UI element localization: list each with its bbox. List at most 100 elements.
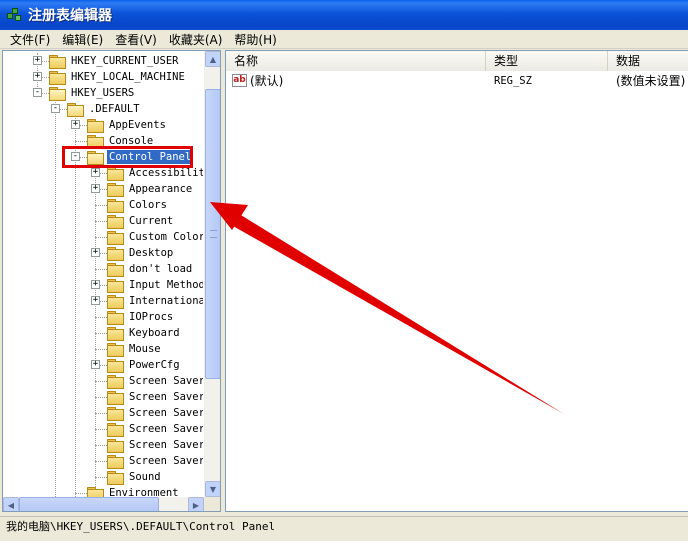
- tree-item-label: Screen Saver.: [129, 407, 203, 419]
- tree-item[interactable]: Input Method: [107, 277, 203, 293]
- tree-item[interactable]: Mouse: [107, 341, 163, 357]
- tree-item[interactable]: Current: [107, 213, 175, 229]
- collapse-minus-icon[interactable]: -: [33, 88, 42, 97]
- column-type[interactable]: 类型: [486, 51, 608, 71]
- highlight-box: [62, 146, 193, 168]
- folder-icon: [49, 71, 66, 85]
- tree-item-label: Desktop: [129, 247, 174, 259]
- tree-item[interactable]: International: [107, 293, 203, 309]
- tree-item-label: Screen Saver.: [129, 375, 203, 387]
- title-bar: 注册表编辑器: [0, 0, 688, 30]
- horizontal-scroll-thumb[interactable]: [19, 497, 159, 511]
- tree-item[interactable]: Screen Saver.: [107, 389, 203, 405]
- tree-vertical-scrollbar[interactable]: ▲ ▼: [204, 51, 220, 497]
- folder-icon: [107, 295, 124, 309]
- tree-item-label: Custom Colors: [129, 231, 203, 243]
- folder-icon: [107, 375, 124, 389]
- tree-item[interactable]: Desktop: [107, 245, 175, 261]
- folder-icon: [107, 263, 124, 277]
- expand-plus-icon[interactable]: +: [91, 248, 100, 257]
- tree-item[interactable]: Screen Saver.: [107, 405, 203, 421]
- folder-icon: [107, 167, 124, 181]
- expand-plus-icon[interactable]: +: [91, 184, 100, 193]
- tree-item[interactable]: HKEY_LOCAL_MACHINE: [49, 69, 187, 85]
- tree-item[interactable]: Appearance: [107, 181, 194, 197]
- tree-item-label: Environment: [109, 487, 179, 497]
- expand-plus-icon[interactable]: +: [91, 296, 100, 305]
- expand-plus-icon[interactable]: +: [33, 56, 42, 65]
- folder-icon: [49, 55, 66, 69]
- tree-item-label: HKEY_CURRENT_USER: [71, 55, 179, 67]
- tree-item-label: AppEvents: [109, 119, 166, 131]
- folder-icon: [107, 215, 124, 229]
- folder-icon: [107, 199, 124, 213]
- values-list-pane[interactable]: 名称 类型 数据 ab (默认) REG_SZ (数值未设置): [225, 50, 688, 512]
- tree-item-label: HKEY_LOCAL_MACHINE: [71, 71, 185, 83]
- tree-item[interactable]: Screen Saver.: [107, 421, 203, 437]
- value-type: REG_SZ: [494, 75, 532, 87]
- tree-item[interactable]: Keyboard: [107, 325, 182, 341]
- registry-tree-pane[interactable]: + HKEY_CURRENT_USER + HKEY_LOCAL_MACHINE - HK…: [2, 50, 221, 512]
- folder-icon: [107, 231, 124, 245]
- expand-plus-icon[interactable]: +: [91, 360, 100, 369]
- registry-editor-icon: [6, 7, 22, 23]
- scroll-down-icon[interactable]: ▼: [205, 481, 220, 497]
- expand-plus-icon[interactable]: +: [91, 280, 100, 289]
- folder-icon: [107, 359, 124, 373]
- list-item[interactable]: ab (默认) REG_SZ (数值未设置): [226, 73, 688, 89]
- scroll-corner: [204, 497, 220, 511]
- status-bar: 我的电脑\HKEY_USERS\.DEFAULT\Control Panel: [0, 516, 688, 541]
- menu-file[interactable]: 文件(F): [4, 31, 56, 48]
- tree-item[interactable]: Sound: [107, 469, 163, 485]
- tree-item-label: Screen Saver.: [129, 391, 203, 403]
- tree-item[interactable]: Colors: [107, 197, 169, 213]
- tree-item[interactable]: Screen Saver.: [107, 373, 203, 389]
- value-name: (默认): [250, 74, 284, 88]
- scroll-up-icon[interactable]: ▲: [205, 51, 220, 67]
- tree-item-label: .DEFAULT: [89, 103, 140, 115]
- menu-help[interactable]: 帮助(H): [228, 31, 282, 48]
- tree-item[interactable]: Screen Saver.: [107, 453, 203, 469]
- tree-item-label: Screen Saver.: [129, 423, 203, 435]
- menu-view[interactable]: 查看(V): [109, 31, 163, 48]
- expand-plus-icon[interactable]: +: [33, 72, 42, 81]
- tree-item[interactable]: HKEY_CURRENT_USER: [49, 53, 180, 69]
- folder-icon: [107, 279, 124, 293]
- folder-icon: [107, 471, 124, 485]
- tree-item-label: Appearance: [129, 183, 193, 195]
- folder-icon: [107, 343, 124, 357]
- scroll-left-icon[interactable]: ◀: [3, 497, 19, 511]
- expand-plus-icon[interactable]: +: [71, 120, 80, 129]
- tree-item-label: International: [129, 295, 203, 307]
- menu-favorites[interactable]: 收藏夹(A): [163, 31, 229, 48]
- tree-item[interactable]: .DEFAULT: [67, 101, 142, 117]
- folder-icon: [87, 487, 104, 497]
- expand-plus-icon[interactable]: +: [91, 168, 100, 177]
- menu-bar: 文件(F) 编辑(E) 查看(V) 收藏夹(A) 帮助(H): [0, 30, 688, 49]
- tree-item[interactable]: IOProcs: [107, 309, 175, 325]
- column-name[interactable]: 名称: [226, 51, 486, 71]
- scroll-thumb[interactable]: [205, 89, 220, 379]
- tree-item[interactable]: Screen Saver.: [107, 437, 203, 453]
- tree-item-label: HKEY_USERS: [71, 87, 135, 99]
- list-header: 名称 类型 数据: [226, 51, 688, 71]
- tree-item-label: Accessibility: [129, 167, 203, 179]
- folder-icon: [107, 439, 124, 453]
- tree-item[interactable]: Custom Colors: [107, 229, 203, 245]
- window-title: 注册表编辑器: [28, 8, 112, 24]
- tree-item-label: Input Method: [129, 279, 203, 291]
- tree-item[interactable]: PowerCfg: [107, 357, 182, 373]
- tree-item-label: IOProcs: [129, 311, 174, 323]
- tree-item-label: Current: [129, 215, 174, 227]
- column-data[interactable]: 数据: [608, 51, 688, 71]
- folder-icon: [107, 391, 124, 405]
- scroll-right-icon[interactable]: ▶: [188, 497, 204, 511]
- collapse-minus-icon[interactable]: -: [51, 104, 60, 113]
- tree-item-label: Colors: [129, 199, 167, 211]
- tree-horizontal-scrollbar[interactable]: ◀ ▶: [3, 497, 204, 511]
- tree-item[interactable]: AppEvents: [87, 117, 168, 133]
- tree-item[interactable]: HKEY_USERS: [49, 85, 136, 101]
- tree-item[interactable]: don't load: [107, 261, 194, 277]
- tree-item[interactable]: Environment: [87, 485, 181, 497]
- menu-edit[interactable]: 编辑(E): [56, 31, 109, 48]
